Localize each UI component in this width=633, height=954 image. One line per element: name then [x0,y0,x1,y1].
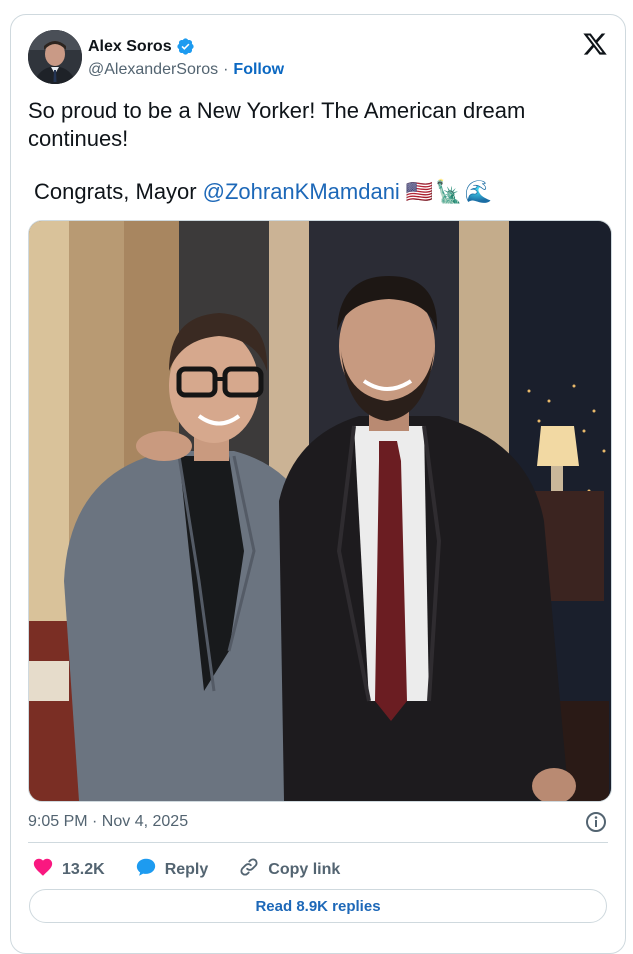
reply-button[interactable]: Reply [135,856,209,883]
read-replies-button[interactable]: Read 8.9K replies [29,889,607,923]
author-handle[interactable]: @AlexanderSoros [88,61,218,79]
mention-link[interactable]: @ZohranKMamdani [203,178,400,206]
tweet-card: Alex Soros @AlexanderSoros · Follow So p… [10,14,626,954]
wave-emoji: 🌊 [464,179,493,204]
heart-icon [32,856,54,883]
like-count: 13.2K [62,860,105,878]
link-icon [238,856,260,883]
tweet-photo[interactable] [28,220,612,802]
x-logo-icon[interactable] [582,31,608,57]
congrats-text: Congrats, Mayor [34,179,197,204]
copy-link-label: Copy link [268,860,341,878]
copy-link-button[interactable]: Copy link [238,856,340,883]
author-name-row: Alex Soros [88,37,195,56]
timestamp-row: 9:05 PM · Nov 4, 2025 [28,810,608,834]
action-bar: 13.2K Reply Copy link [32,856,370,883]
statue-of-liberty-emoji: 🗽 [435,179,463,204]
info-icon[interactable] [584,810,608,834]
reply-bubble-icon [135,856,157,883]
timestamp[interactable]: 9:05 PM · Nov 4, 2025 [28,813,188,830]
author-name[interactable]: Alex Soros [88,38,172,56]
separator-dot: · [223,61,229,78]
tweet-text: So proud to be a New Yorker! The America… [28,97,588,153]
verified-badge-icon [176,37,195,56]
divider [28,842,608,843]
tweet-text-line: So proud to be a New Yorker! The America… [28,98,526,151]
us-flag-emoji: 🇺🇸 [405,179,434,204]
follow-button[interactable]: Follow [233,61,284,79]
like-button[interactable]: 13.2K [32,856,105,883]
avatar[interactable] [28,30,82,84]
tweet-congrats-line: Congrats, Mayor @ZohranKMamdani 🇺🇸 🗽 🌊 [34,178,492,206]
reply-label: Reply [164,860,209,878]
handle-row: @AlexanderSoros · Follow [88,61,284,79]
